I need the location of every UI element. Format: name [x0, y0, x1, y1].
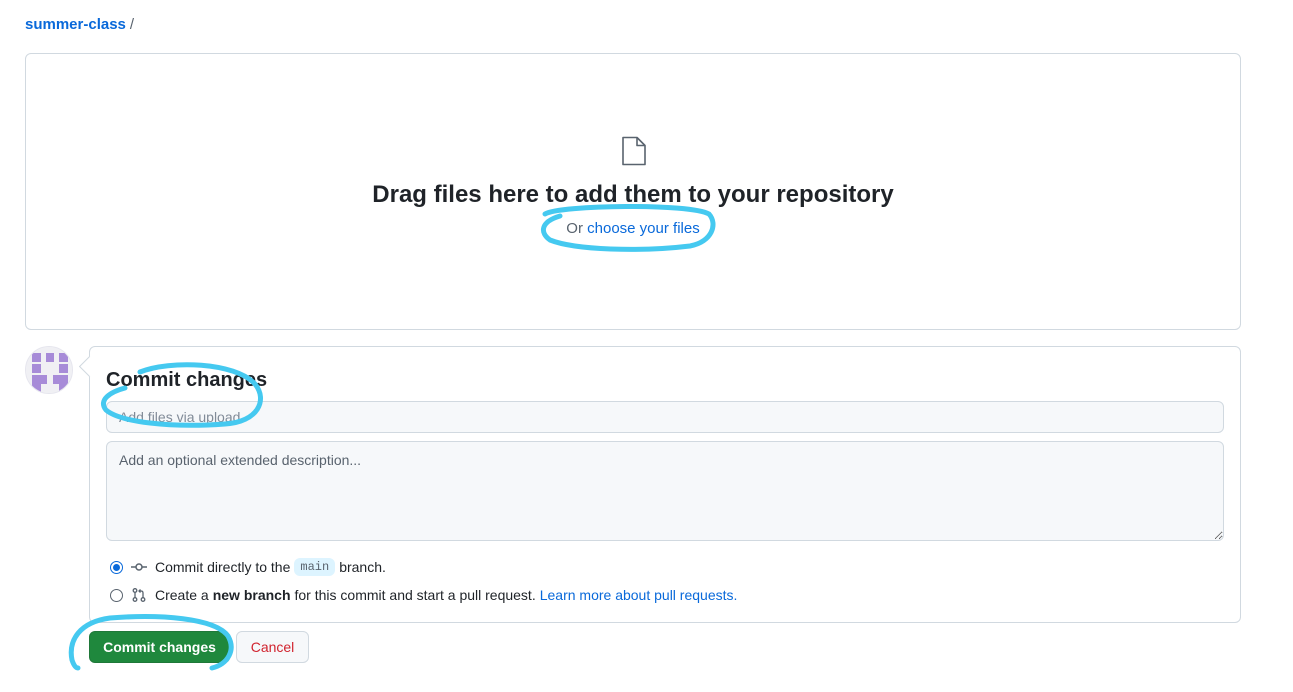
commit-description-input[interactable]: [106, 441, 1224, 541]
breadcrumb-repo-link[interactable]: summer-class: [25, 16, 126, 33]
commit-summary-input[interactable]: [106, 401, 1224, 433]
breadcrumb-separator: /: [129, 16, 135, 33]
commit-direct-text-after: branch.: [339, 559, 386, 575]
commit-panel: Commit changes Commit directly to the ma…: [89, 346, 1241, 623]
commit-direct-radio[interactable]: [110, 560, 123, 574]
commit-changes-button[interactable]: Commit changes: [89, 631, 230, 663]
breadcrumb: summer-class /: [25, 16, 134, 33]
choose-files-link[interactable]: choose your files: [587, 220, 700, 237]
dropzone-title: Drag files here to add them to your repo…: [372, 181, 894, 208]
new-branch-option[interactable]: Create a new branch for this commit and …: [110, 587, 737, 603]
file-dropzone[interactable]: Drag files here to add them to your repo…: [25, 53, 1241, 330]
commit-direct-text: Commit directly to the: [155, 559, 291, 575]
dropzone-subtitle: Or choose your files: [26, 220, 1240, 237]
new-branch-bold: new branch: [212, 587, 291, 603]
git-pull-request-icon: [131, 587, 147, 603]
commit-title: Commit changes: [106, 369, 268, 391]
dropzone-subtitle-prefix: Or: [566, 220, 583, 237]
learn-more-pull-requests-link[interactable]: Learn more about pull requests.: [540, 587, 738, 603]
file-icon: [621, 136, 647, 166]
avatar: [25, 346, 73, 394]
new-branch-text-after: for this commit and start a pull request…: [294, 587, 536, 603]
new-branch-radio[interactable]: [110, 588, 123, 602]
new-branch-text-before: Create a: [155, 587, 209, 603]
git-commit-icon: [131, 559, 147, 575]
branch-name: main: [294, 558, 336, 576]
commit-direct-option[interactable]: Commit directly to the main branch.: [110, 558, 386, 576]
cancel-button[interactable]: Cancel: [236, 631, 309, 663]
